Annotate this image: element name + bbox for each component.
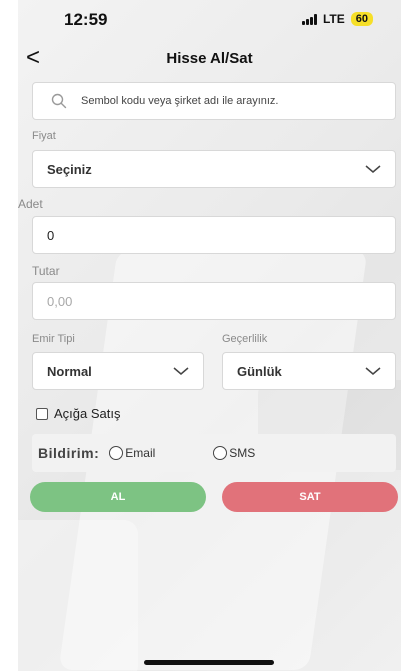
price-label: Fiyat	[32, 130, 56, 142]
quantity-field[interactable]: 0	[32, 216, 396, 254]
phone-screen: 12:59 LTE 60 < Hisse Al/Sat Fiyat Seçini…	[18, 0, 401, 671]
background-decoration	[18, 520, 138, 671]
email-radio-label: Email	[125, 446, 156, 460]
chevron-down-icon	[365, 367, 381, 375]
signal-icon	[301, 13, 317, 25]
network-type: LTE	[322, 12, 345, 26]
short-sell-checkbox[interactable]	[36, 407, 48, 420]
sms-radio[interactable]	[213, 446, 228, 460]
sms-radio-option[interactable]: SMS	[213, 446, 255, 460]
sms-radio-label: SMS	[229, 446, 256, 460]
network-status: LTE 60	[301, 12, 373, 26]
order-type-select[interactable]: Normal	[32, 352, 204, 390]
nav-bar: < Hisse Al/Sat	[18, 44, 401, 76]
email-radio-option[interactable]: Email	[109, 446, 155, 460]
notification-label: Bildirim:	[38, 445, 100, 461]
chevron-down-icon	[365, 165, 381, 173]
amount-label: Tutar	[32, 264, 60, 278]
battery-icon: 60	[350, 12, 373, 26]
chevron-down-icon	[173, 367, 189, 375]
order-type-value: Normal	[47, 363, 92, 379]
home-indicator	[144, 660, 274, 665]
price-value: Seçiniz	[47, 161, 92, 177]
page-title: Hisse Al/Sat	[166, 50, 253, 67]
buy-button[interactable]: AL	[30, 482, 206, 512]
amount-value: 0,00	[47, 293, 73, 309]
validity-select[interactable]: Günlük	[222, 352, 396, 390]
amount-field[interactable]: 0,00	[32, 282, 396, 320]
quantity-value: 0	[47, 227, 55, 243]
email-radio[interactable]	[109, 446, 124, 460]
short-sell-label: Açığa Satış	[54, 406, 121, 421]
status-bar: 12:59 LTE 60	[18, 0, 401, 40]
status-time: 12:59	[64, 10, 108, 29]
order-type-label: Emir Tipi	[32, 333, 75, 345]
price-select[interactable]: Seçiniz	[32, 150, 396, 188]
short-sell-checkbox-row[interactable]: Açığa Satış	[36, 406, 120, 421]
sell-button[interactable]: SAT	[222, 482, 398, 512]
quantity-label: Adet	[18, 197, 43, 211]
validity-value: Günlük	[237, 363, 282, 379]
notification-row: Bildirim: Email SMS	[32, 434, 396, 472]
search-box[interactable]	[32, 82, 396, 120]
search-icon	[51, 93, 67, 109]
search-input[interactable]	[81, 95, 381, 107]
validity-label: Geçerlilik	[222, 333, 268, 345]
